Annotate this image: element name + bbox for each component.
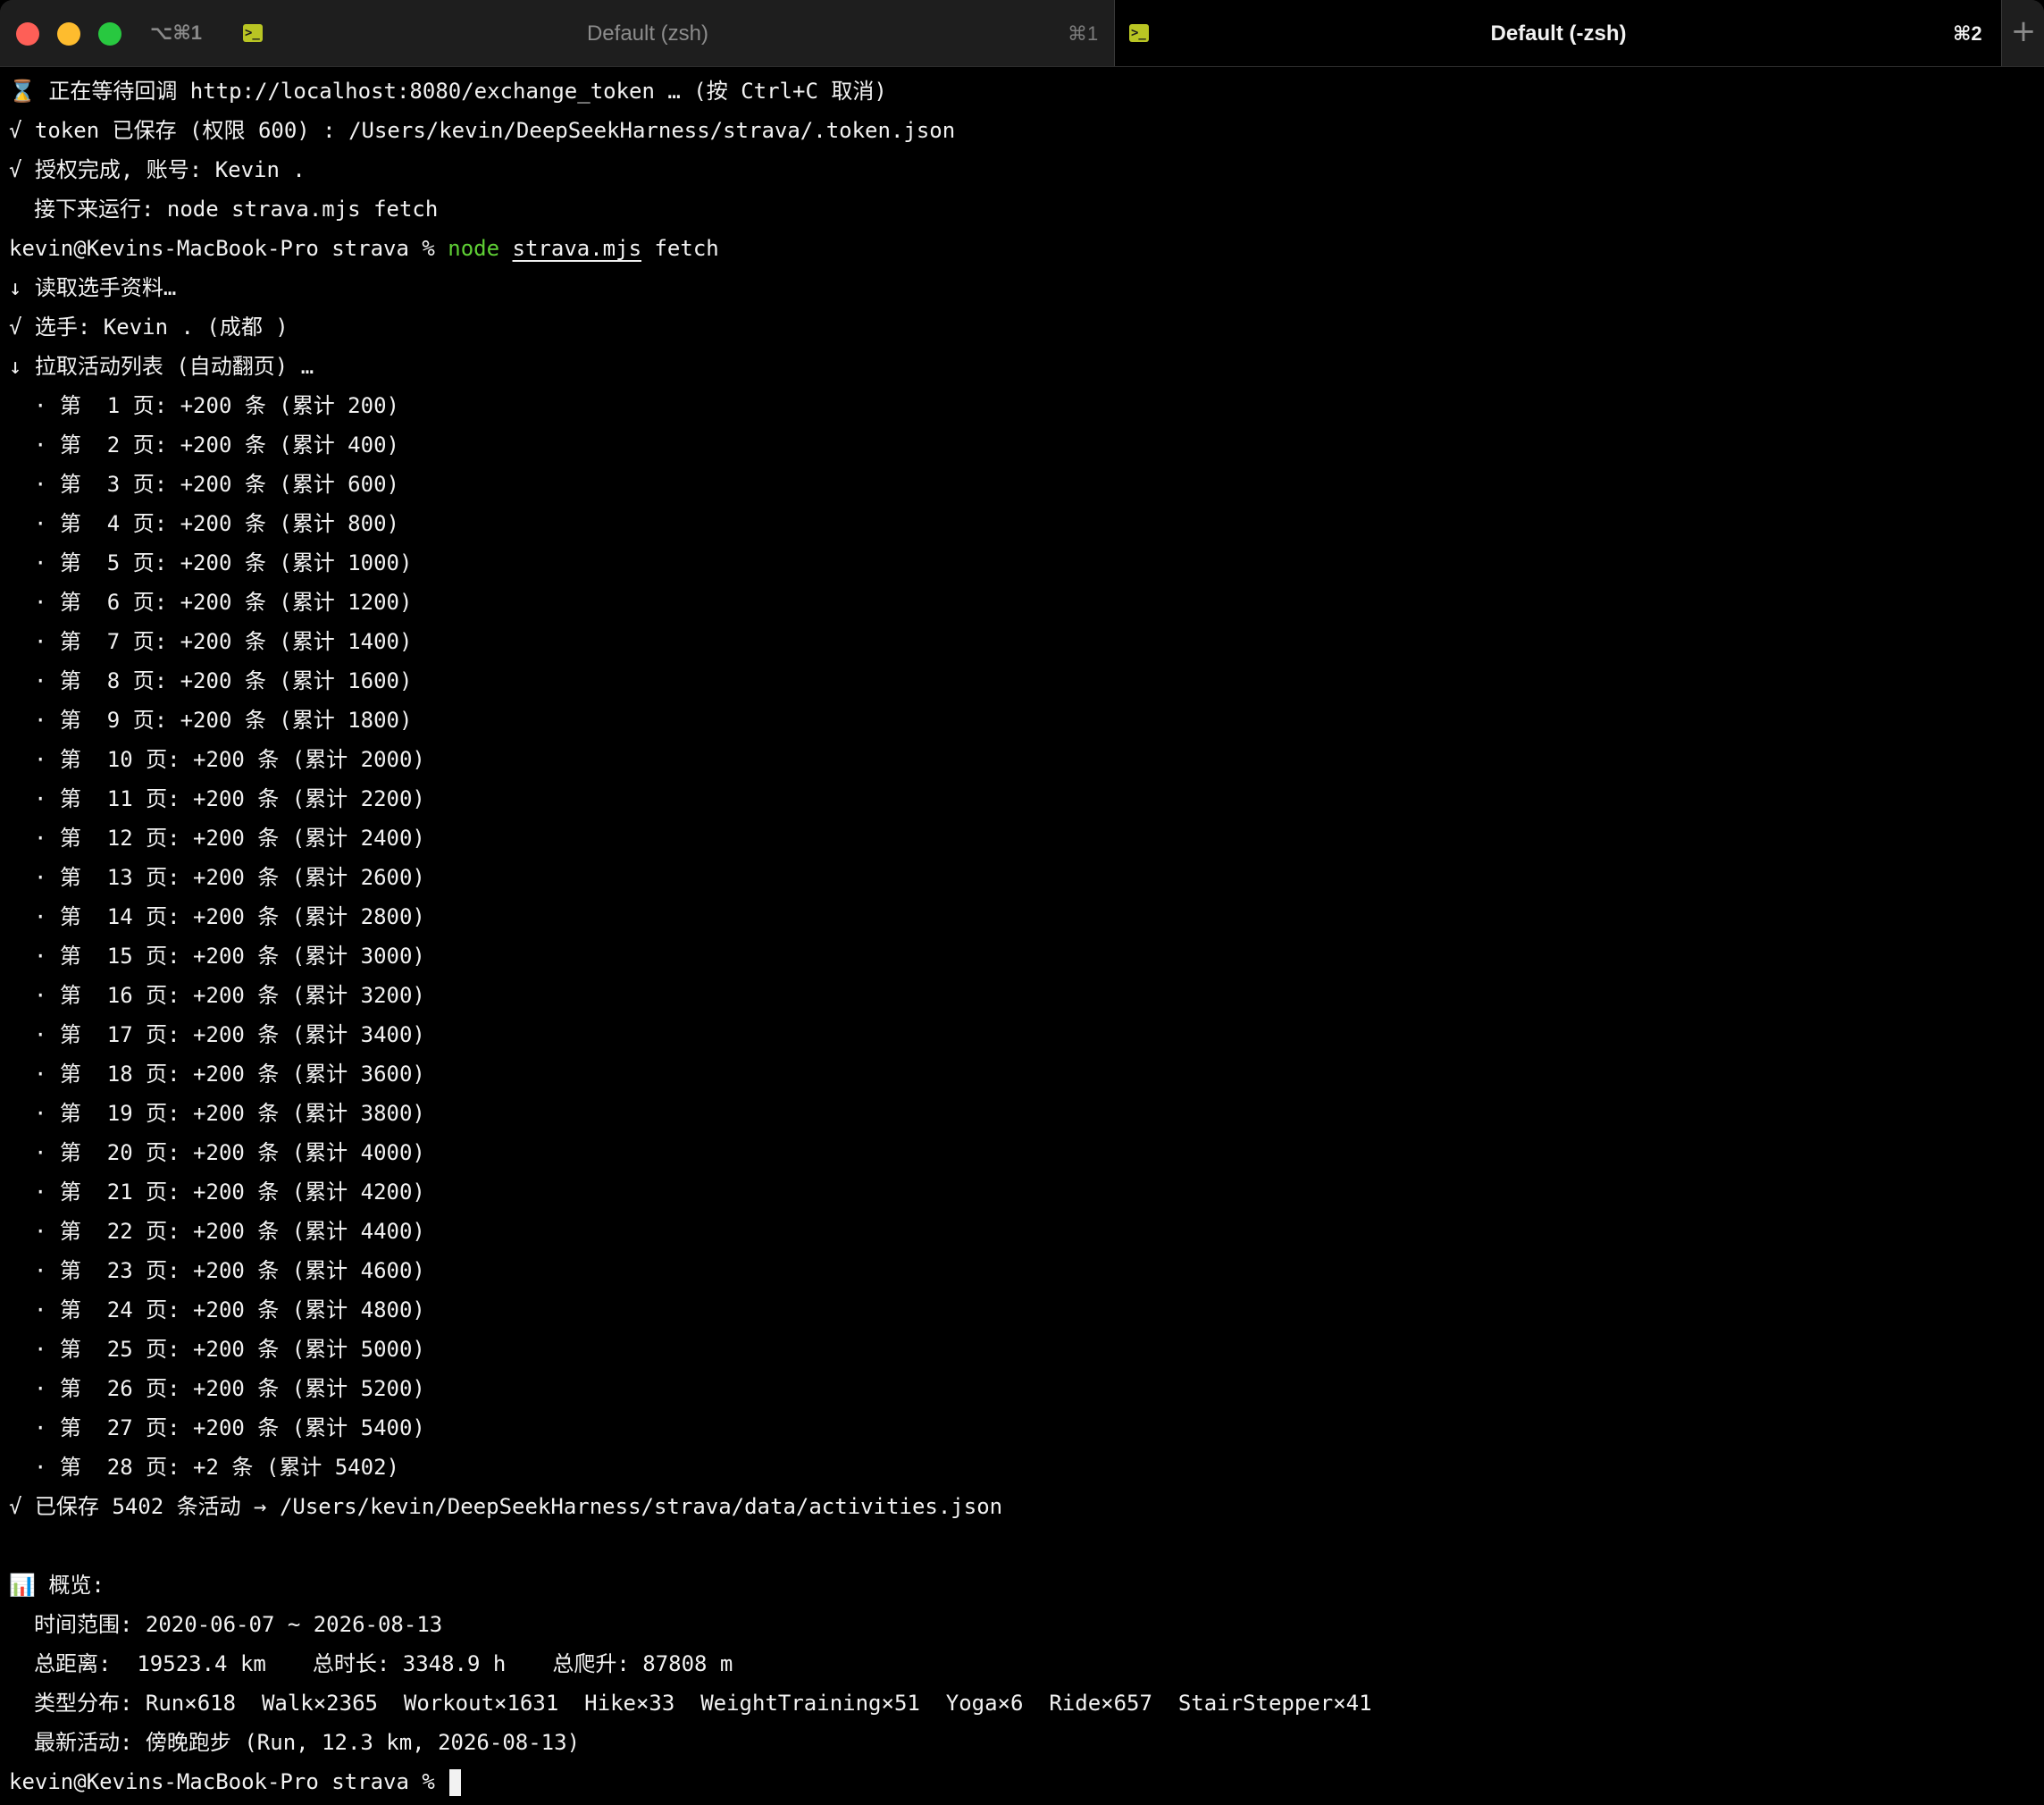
tab-bar: >_ Default (zsh) ⌘1 ⌥⌘1 >_ Default (-zsh… — [0, 0, 2044, 67]
page-progress-line: · 第 1 页: +200 条 (累计 200) — [34, 393, 399, 418]
page-progress-line: · 第 9 页: +200 条 (累计 1800) — [34, 708, 413, 733]
new-tab-button[interactable]: + — [2001, 0, 2044, 66]
command-line: kevin@Kevins-MacBook-Pro strava % node s… — [9, 229, 2037, 268]
page-progress-line: · 第 11 页: +200 条 (累计 2200) — [34, 786, 425, 811]
page-progress-line: · 第 17 页: +200 条 (累计 3400) — [34, 1022, 425, 1047]
athlete-line: √ 选手: Kevin . (成都 ) — [9, 315, 289, 340]
total-duration: 总时长: 3348.9 h — [312, 1651, 507, 1676]
page-progress-line: · 第 19 页: +200 条 (累计 3800) — [34, 1101, 425, 1126]
total-distance: 总距离: 19523.4 km — [34, 1651, 266, 1676]
page-progress-line: · 第 22 页: +200 条 (累计 4400) — [34, 1219, 425, 1244]
tab-shortcut: ⌘1 — [1068, 22, 1099, 45]
page-progress-line: · 第 25 页: +200 条 (累计 5000) — [34, 1337, 425, 1362]
terminal-output[interactable]: ⌛ 正在等待回调 http://localhost:8080/exchange_… — [9, 71, 2037, 1796]
overview-title: 📊 概览: — [9, 1573, 105, 1598]
page-progress-line: · 第 24 页: +200 条 (累计 4800) — [34, 1297, 425, 1322]
page-progress-line: · 第 2 页: +200 条 (累计 400) — [34, 432, 399, 458]
page-progress-line: · 第 7 页: +200 条 (累计 1400) — [34, 629, 413, 654]
close-window-button[interactable] — [16, 22, 39, 46]
page-progress-line: · 第 12 页: +200 条 (累计 2400) — [34, 826, 425, 851]
read-profile-line: ↓ 读取选手资料… — [9, 275, 177, 300]
tab-title: Default (-zsh) — [1490, 21, 1627, 46]
page-progress-line: · 第 27 页: +200 条 (累计 5400) — [34, 1415, 425, 1440]
page-progress-line: · 第 10 页: +200 条 (累计 2000) — [34, 747, 425, 772]
tab-shortcut: ⌘2 — [1953, 22, 1982, 45]
page-progress-line: · 第 28 页: +2 条 (累计 5402) — [34, 1455, 399, 1480]
saved-line: √ 已保存 5402 条活动 → /Users/kevin/DeepSeekHa… — [9, 1494, 1003, 1519]
command-arg: fetch — [654, 236, 719, 261]
type-distribution-line: 类型分布: Run×618 Walk×2365 Workout×1631 Hik… — [34, 1691, 1372, 1716]
page-progress-line: · 第 13 页: +200 条 (累计 2600) — [34, 865, 425, 890]
page-progress-line: · 第 21 页: +200 条 (累计 4200) — [34, 1180, 425, 1205]
zoom-window-button[interactable] — [98, 22, 121, 46]
page-progress-line: · 第 23 页: +200 条 (累计 4600) — [34, 1258, 425, 1283]
page-progress-line: · 第 5 页: +200 条 (累计 1000) — [34, 550, 413, 575]
page-progress-line: · 第 16 页: +200 条 (累计 3200) — [34, 983, 425, 1008]
total-climb: 总爬升: 87808 m — [552, 1651, 733, 1676]
time-range-line: 时间范围: 2020-06-07 ~ 2026-08-13 — [34, 1612, 443, 1637]
totals-line: 总距离: 19523.4 km 总时长: 3348.9 h 总爬升: 87808 m — [9, 1644, 2037, 1683]
command-arg-file[interactable]: strava.mjs — [513, 236, 642, 261]
fetch-list-line: ↓ 拉取活动列表 (自动翻页) … — [9, 354, 314, 379]
minimize-window-button[interactable] — [57, 22, 80, 46]
token-saved-line: √ token 已保存 (权限 600) : /Users/kevin/Deep… — [9, 118, 956, 143]
terminal-window: >_ Default (zsh) ⌘1 ⌥⌘1 >_ Default (-zsh… — [0, 0, 2044, 1805]
page-progress-line: · 第 26 页: +200 条 (累计 5200) — [34, 1376, 425, 1401]
page-progress-line: · 第 18 页: +200 条 (累计 3600) — [34, 1062, 425, 1087]
page-progress-line: · 第 4 页: +200 条 (累计 800) — [34, 511, 399, 536]
final-prompt-line[interactable]: kevin@Kevins-MacBook-Pro strava % — [9, 1762, 2037, 1801]
pages-list: · 第 1 页: +200 条 (累计 200) · 第 2 页: +200 条 … — [9, 386, 2037, 1487]
tab-default-login-zsh[interactable]: >_ Default (-zsh) ⌘2 — [1114, 0, 2002, 66]
next-step-line: 接下来运行: node strava.mjs fetch — [34, 197, 439, 222]
command-name: node — [448, 236, 500, 261]
waiting-line: ⌛ 正在等待回调 http://localhost:8080/exchange_… — [9, 79, 887, 104]
shell-prompt: kevin@Kevins-MacBook-Pro strava % — [9, 1769, 435, 1794]
text-cursor — [449, 1769, 462, 1796]
page-progress-line: · 第 6 页: +200 条 (累计 1200) — [34, 590, 413, 615]
shell-prompt: kevin@Kevins-MacBook-Pro strava % — [9, 236, 435, 261]
latest-activity-line: 最新活动: 傍晚跑步 (Run, 12.3 km, 2026-08-13) — [34, 1730, 581, 1755]
auth-done-line: √ 授权完成, 账号: Kevin . — [9, 157, 306, 182]
page-progress-line: · 第 14 页: +200 条 (累计 2800) — [34, 904, 425, 929]
page-progress-line: · 第 3 页: +200 条 (累计 600) — [34, 472, 399, 497]
window-shortcut-label: ⌥⌘1 — [150, 21, 202, 44]
page-progress-line: · 第 15 页: +200 条 (累计 3000) — [34, 944, 425, 969]
page-progress-line: · 第 20 页: +200 条 (累计 4000) — [34, 1140, 425, 1165]
page-progress-line: · 第 8 页: +200 条 (累计 1600) — [34, 668, 413, 693]
